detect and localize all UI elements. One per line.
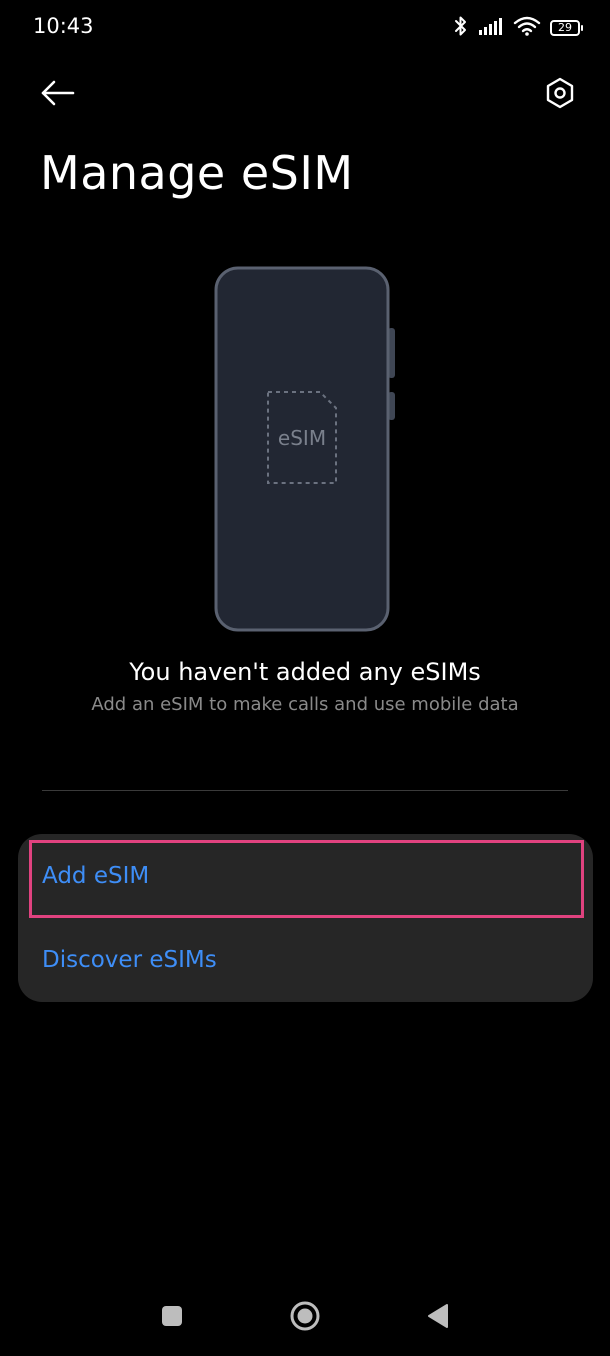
status-time: 10:43	[33, 14, 94, 38]
battery-level: 29	[558, 21, 572, 34]
triangle-back-icon	[426, 1303, 450, 1333]
divider	[42, 790, 568, 791]
navigation-bar	[0, 1280, 610, 1356]
empty-state-subtitle: Add an eSIM to make calls and use mobile…	[91, 694, 519, 715]
home-button[interactable]	[280, 1298, 330, 1338]
battery-icon: 29	[550, 20, 583, 36]
page-title: Manage eSIM	[40, 146, 354, 200]
settings-button[interactable]	[530, 70, 590, 120]
arrow-left-icon	[39, 79, 77, 111]
status-bar: 10:43 29	[0, 0, 610, 56]
phone-illustration: eSIM	[210, 262, 400, 637]
discover-esims-button[interactable]: Discover eSIMs	[18, 918, 593, 1002]
hexagon-gear-icon	[544, 77, 576, 113]
status-icons: 29	[453, 14, 583, 42]
square-recents-icon	[160, 1304, 184, 1332]
signal-icon	[478, 16, 504, 40]
add-esim-button[interactable]: Add eSIM	[18, 834, 593, 918]
esim-card-label: eSIM	[277, 426, 327, 450]
nav-back-button[interactable]	[413, 1298, 463, 1338]
bluetooth-icon	[453, 15, 469, 41]
wifi-icon	[513, 16, 541, 40]
discover-esims-label: Discover eSIMs	[42, 947, 217, 973]
empty-state-title: You haven't added any eSIMs	[129, 658, 481, 686]
options-card: Add eSIM Discover eSIMs	[18, 834, 593, 1002]
recents-button[interactable]	[147, 1298, 197, 1338]
add-esim-label: Add eSIM	[42, 863, 150, 889]
circle-home-icon	[289, 1300, 321, 1336]
back-button[interactable]	[28, 70, 88, 120]
